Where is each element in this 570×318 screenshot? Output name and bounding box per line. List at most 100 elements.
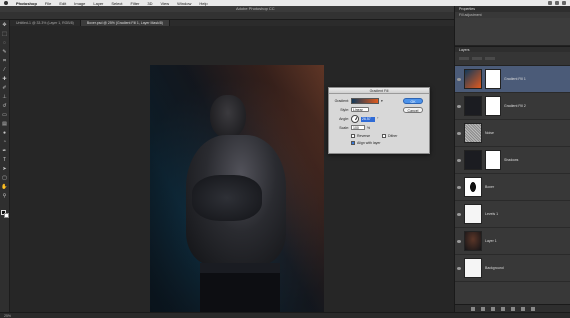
menu-help[interactable]: Help [199, 1, 207, 6]
mask-icon[interactable] [491, 306, 495, 311]
menu-app-name[interactable]: Photoshop [16, 1, 37, 6]
layer-thumbnail[interactable] [464, 258, 482, 278]
style-select[interactable]: Linear [351, 107, 369, 112]
layer-row[interactable]: Noise [455, 120, 570, 147]
visibility-eye-icon[interactable] [457, 266, 461, 270]
search-icon[interactable] [562, 1, 566, 5]
layer-thumbnail[interactable] [464, 204, 482, 224]
marquee-tool-icon[interactable]: ⬚ [2, 31, 8, 37]
layer-mask-thumbnail[interactable] [485, 69, 501, 89]
menu-layer[interactable]: Layer [93, 1, 103, 6]
layer-row[interactable]: Background [455, 255, 570, 282]
scale-input[interactable]: 100 [351, 125, 365, 130]
quick-select-tool-icon[interactable]: ✎ [2, 49, 8, 55]
wifi-icon[interactable] [548, 1, 552, 5]
eyedropper-tool-icon[interactable]: ⁄ [2, 67, 8, 73]
gradient-row: Gradient: ▾ [331, 98, 383, 104]
history-brush-icon[interactable]: ↺ [2, 103, 8, 109]
layer-thumbnail[interactable] [464, 231, 482, 251]
visibility-eye-icon[interactable] [457, 131, 461, 135]
layer-name[interactable]: Boxer [485, 185, 494, 189]
lasso-tool-icon[interactable]: ◌ [2, 40, 8, 46]
visibility-eye-icon[interactable] [457, 239, 461, 243]
path-select-icon[interactable]: ➤ [2, 166, 8, 172]
layer-row[interactable]: Shadows [455, 147, 570, 174]
zoom-tool-icon[interactable]: ⚲ [2, 193, 8, 199]
battery-icon[interactable] [555, 1, 559, 5]
layer-thumbnail[interactable] [464, 177, 482, 197]
menu-3d[interactable]: 3D [147, 1, 152, 6]
layer-name[interactable]: Shadows [504, 158, 518, 162]
layer-thumbnail[interactable] [464, 96, 482, 116]
layer-row[interactable]: Levels 1 [455, 201, 570, 228]
fx-icon[interactable] [481, 306, 485, 311]
reverse-dither-row: Reverse Dither [351, 134, 397, 138]
shorts-waistband [200, 263, 280, 273]
layer-row[interactable]: Gradient Fill 2 [455, 93, 570, 120]
gradient-tool-icon[interactable]: ▤ [2, 121, 8, 127]
menu-edit[interactable]: Edit [59, 1, 66, 6]
layer-mask-thumbnail[interactable] [485, 96, 501, 116]
menu-window[interactable]: Window [177, 1, 191, 6]
menu-image[interactable]: Image [74, 1, 85, 6]
menu-filter[interactable]: Filter [131, 1, 140, 6]
layer-name[interactable]: Noise [485, 131, 494, 135]
cancel-button[interactable]: Cancel [403, 107, 423, 113]
layer-row[interactable]: Boxer [455, 174, 570, 201]
menu-file[interactable]: File [45, 1, 51, 6]
layer-row[interactable]: Gradient Fill 1 [455, 66, 570, 93]
blur-tool-icon[interactable]: ● [2, 130, 8, 136]
layer-thumbnail[interactable] [464, 69, 482, 89]
layer-mask-thumbnail[interactable] [485, 150, 501, 170]
background-color-swatch[interactable] [4, 213, 9, 218]
layer-name[interactable]: Levels 1 [485, 212, 498, 216]
chevron-down-icon[interactable]: ▾ [381, 99, 383, 103]
layer-name[interactable]: Layer 1 [485, 239, 497, 243]
crop-tool-icon[interactable]: ⌗ [2, 58, 8, 64]
eraser-tool-icon[interactable]: ▭ [2, 112, 8, 118]
dither-checkbox[interactable] [382, 134, 387, 138]
visibility-eye-icon[interactable] [457, 185, 461, 189]
blend-mode-select[interactable] [472, 57, 482, 60]
reverse-checkbox[interactable] [351, 134, 355, 138]
layer-thumbnail[interactable] [464, 123, 482, 143]
layer-kind-filter[interactable] [459, 57, 469, 60]
stamp-tool-icon[interactable]: ⊥ [2, 94, 8, 100]
visibility-eye-icon[interactable] [457, 77, 461, 81]
dodge-tool-icon[interactable]: ◔ [2, 139, 8, 145]
shape-tool-icon[interactable]: ▢ [2, 175, 8, 181]
layer-row[interactable]: Layer 1 [455, 228, 570, 255]
ok-button[interactable]: OK [403, 98, 423, 104]
healing-tool-icon[interactable]: ✚ [2, 76, 8, 82]
align-label: Align with layer [357, 141, 381, 145]
layer-name[interactable]: Background [485, 266, 504, 270]
brush-tool-icon[interactable]: ✐ [2, 85, 8, 91]
link-icon[interactable] [471, 306, 475, 311]
layer-name[interactable]: Gradient Fill 1 [504, 77, 526, 81]
visibility-eye-icon[interactable] [457, 158, 461, 162]
folder-icon[interactable] [511, 306, 515, 311]
pen-tool-icon[interactable]: ✒ [2, 148, 8, 154]
align-with-layer-checkbox[interactable] [351, 141, 355, 145]
menu-select[interactable]: Select [111, 1, 122, 6]
boxer-arms [192, 175, 262, 221]
apple-icon[interactable] [4, 1, 8, 5]
layer-thumbnail[interactable] [464, 150, 482, 170]
type-tool-icon[interactable]: T [2, 157, 8, 163]
hand-tool-icon[interactable]: ✋ [1, 184, 7, 190]
opacity-field[interactable] [485, 57, 495, 60]
boxer-head [210, 95, 246, 139]
boxer-artwork[interactable] [150, 65, 324, 318]
visibility-eye-icon[interactable] [457, 104, 461, 108]
visibility-eye-icon[interactable] [457, 212, 461, 216]
layer-name[interactable]: Gradient Fill 2 [504, 104, 526, 108]
canvas-area[interactable] [10, 26, 454, 318]
trash-icon[interactable] [531, 306, 535, 311]
angle-dial[interactable] [351, 115, 359, 123]
angle-input[interactable]: 26.57 [361, 116, 375, 122]
menu-view[interactable]: View [161, 1, 170, 6]
gradient-preview-picker[interactable] [351, 98, 379, 104]
adjustment-icon[interactable] [501, 306, 505, 311]
new-layer-icon[interactable] [521, 306, 525, 311]
move-tool-icon[interactable]: ✥ [2, 22, 8, 28]
